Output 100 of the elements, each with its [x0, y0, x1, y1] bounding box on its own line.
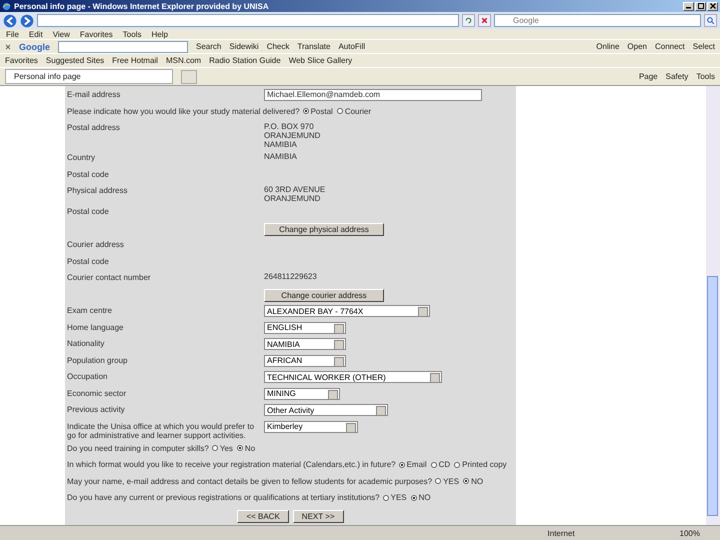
field-value: NAMIBIA — [264, 140, 298, 149]
field-label: Postal code — [67, 256, 110, 266]
browser-icon — [2, 2, 11, 10]
menu-item[interactable]: Tools — [122, 30, 142, 38]
menu-item[interactable]: Edit — [28, 30, 43, 38]
dropdown[interactable]: AFRICAN — [264, 354, 346, 366]
question-label: In which format would you like to receive your registration material (Calendars,etc.) in future? — [67, 459, 396, 469]
field-label: Economic sector — [67, 388, 128, 398]
toolbar-button[interactable]: Sidewiki — [229, 42, 259, 51]
field-label: Courier contact number — [67, 272, 152, 282]
dropdown[interactable]: NAMIBIA — [264, 338, 346, 350]
radio-button[interactable] — [302, 108, 309, 114]
radio-label: Postal — [310, 106, 333, 116]
menu-item[interactable]: File — [6, 30, 19, 38]
favorite-link[interactable]: Free Hotmail — [112, 56, 158, 65]
field-value: 264811229623 — [264, 272, 317, 281]
toolbar-button[interactable]: Check — [266, 42, 290, 51]
google-logo: Google — [19, 42, 50, 52]
radio-label: YES — [390, 493, 407, 502]
command-button[interactable]: Safety — [666, 72, 688, 81]
field-label: Physical address — [67, 185, 128, 195]
menu-item[interactable]: Help — [151, 30, 168, 38]
question-label: Do you have any current or previous registrations or qualifications at tertiary institutions? — [67, 492, 380, 502]
radio-button[interactable] — [454, 462, 460, 468]
refresh-icon[interactable] — [462, 14, 475, 27]
field-label: Previous activity — [67, 404, 126, 414]
maximize-icon — [696, 2, 704, 10]
radio-button[interactable] — [336, 108, 343, 114]
question-label: Do you need training in computer skills? — [67, 442, 209, 452]
dropdown[interactable]: Other Activity — [264, 404, 388, 416]
minimize-icon — [686, 7, 691, 9]
radio-label: NO — [471, 476, 484, 486]
field-label: Population group — [67, 354, 128, 364]
radio-button[interactable] — [212, 445, 218, 451]
field-label: Exam centre — [67, 305, 113, 315]
radio-button[interactable] — [463, 478, 470, 484]
menu-item[interactable]: View — [52, 30, 70, 38]
back-button[interactable] — [3, 14, 17, 28]
stop-icon[interactable] — [478, 14, 491, 27]
maximize-button[interactable] — [695, 2, 706, 10]
field-value: 60 3RD AVENUE — [264, 185, 326, 194]
zoom-control[interactable]: 100% — [680, 528, 700, 538]
field-label: Postal address — [67, 122, 121, 132]
dropdown[interactable]: MINING — [264, 388, 340, 400]
command-button[interactable]: Page — [638, 72, 658, 81]
search-field[interactable]: Google — [494, 14, 701, 27]
nav-button[interactable]: NEXT >> — [292, 510, 344, 522]
dropdown[interactable]: ALEXANDER BAY - 7764X — [264, 305, 430, 317]
menu-item[interactable]: Favorites — [80, 30, 113, 38]
close-button[interactable] — [707, 2, 718, 10]
radio-button[interactable] — [236, 445, 243, 451]
question-label: May your name, e-mail address and contact details be given to fellow students for academic purposes? — [67, 476, 432, 486]
command-button[interactable]: Tools — [696, 72, 715, 81]
favorite-link[interactable]: MSN.com — [166, 56, 202, 65]
dropdown[interactable]: ENGLISH — [264, 322, 346, 334]
google-search-field[interactable] — [58, 40, 188, 52]
toolbar-button[interactable]: Search — [196, 42, 222, 51]
address-field[interactable] — [37, 14, 459, 27]
question-label: Please indicate how you would like your study material delivered? — [67, 106, 300, 116]
radio-button[interactable] — [430, 462, 437, 468]
field-label: E-mail address — [67, 89, 122, 99]
minimize-button[interactable] — [683, 2, 694, 10]
field-value: ORANJEMUND — [264, 131, 320, 140]
field-label: Postal code — [67, 206, 110, 216]
scrollbar[interactable] — [706, 86, 720, 525]
toolbar-button[interactable]: Open — [627, 42, 647, 51]
change-address-button[interactable]: Change physical address — [264, 222, 384, 236]
favorites-button[interactable]: Favorites — [5, 56, 38, 65]
email-field[interactable]: Michael.Ellemon@namdeb.com — [264, 89, 482, 101]
close-icon[interactable] — [5, 44, 11, 50]
dropdown[interactable]: Kimberley — [264, 420, 358, 432]
radio-label: YES — [443, 476, 460, 486]
toolbar-button[interactable]: Connect — [654, 42, 685, 51]
favorite-link[interactable]: Suggested Sites — [46, 56, 104, 65]
nav-button[interactable]: << BACK — [237, 510, 289, 522]
search-icon[interactable] — [704, 14, 717, 27]
change-address-button[interactable]: Change courier address — [264, 288, 384, 302]
favorite-link[interactable]: Web Slice Gallery — [288, 56, 352, 65]
radio-button[interactable] — [398, 462, 405, 468]
toolbar-button[interactable]: AutoFill — [338, 42, 366, 51]
dropdown[interactable]: TECHNICAL WORKER (OTHER) — [264, 371, 442, 383]
radio-button[interactable] — [382, 494, 389, 500]
favorite-link[interactable]: Radio Station Guide — [209, 56, 281, 65]
radio-label: Printed copy — [462, 460, 507, 469]
toolbar-button[interactable]: Translate — [297, 42, 330, 51]
field-label: Home language — [67, 322, 124, 332]
toolbar-button[interactable]: Select — [692, 42, 715, 51]
toolbar-button[interactable]: Online — [596, 42, 620, 51]
forward-button[interactable] — [20, 14, 34, 28]
window-title: Personal info page - Windows Internet Explorer provided by UNISA — [14, 2, 269, 10]
radio-label: Courier — [344, 106, 372, 116]
field-label: Postal code — [67, 168, 110, 178]
radio-label: Email — [406, 460, 427, 469]
browser-tab[interactable]: Personal info page — [5, 69, 173, 84]
radio-button[interactable] — [435, 478, 442, 484]
radio-button[interactable] — [410, 494, 417, 500]
field-label: Nationality — [67, 338, 106, 348]
radio-label: Yes — [220, 444, 233, 452]
field-label: Courier address — [67, 239, 125, 249]
close-icon — [708, 2, 716, 10]
